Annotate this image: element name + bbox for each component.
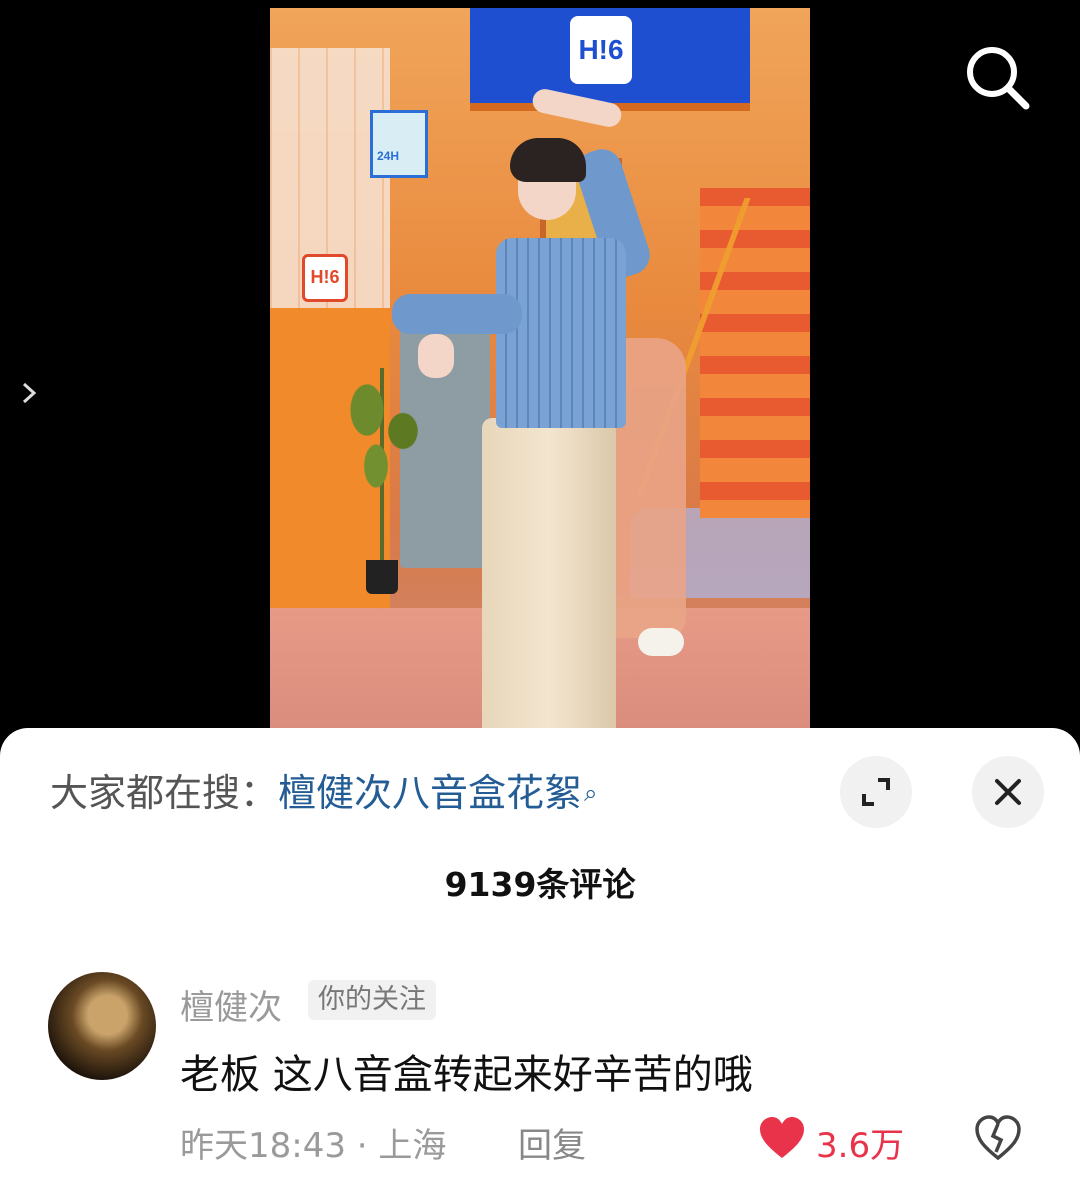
light-cube: 24H	[370, 110, 428, 178]
like-button[interactable]: 3.6万	[758, 1116, 904, 1166]
comment-meta: 昨天18:43 · 上海	[180, 1118, 446, 1167]
heart-icon	[760, 1117, 804, 1158]
comment-item: 檀健次 你的关注 老板 这八音盒转起来好辛苦的哦 昨天18:43 · 上海 回复…	[48, 972, 1048, 1172]
person-hand-left	[418, 334, 454, 378]
comment-count: 9139条评论	[444, 865, 636, 904]
background-person-shoe	[638, 628, 684, 656]
set-banner: H!6	[470, 8, 750, 111]
like-count: 3.6万	[816, 1126, 905, 1166]
comments-sheet: 大家都在搜：檀健次八音盒花絮⌕ 9139条评论 檀健次 你的关注 老板 这八音盒…	[0, 728, 1080, 1186]
small-search-icon: ⌕	[584, 779, 598, 807]
wall-sign: H!6	[302, 254, 348, 302]
video-frame: H!6 24H H!6	[270, 8, 810, 738]
search-icon[interactable]	[962, 42, 1034, 114]
show-logo: H!6	[570, 16, 632, 84]
comment-location: 上海	[378, 1126, 447, 1166]
expand-icon	[862, 778, 890, 806]
avatar[interactable]	[48, 972, 156, 1080]
suggestion-term-link[interactable]: 檀健次八音盒花絮	[278, 771, 582, 815]
expand-button[interactable]	[840, 756, 912, 828]
following-badge: 你的关注	[308, 980, 436, 1020]
reply-button[interactable]: 回复	[518, 1118, 586, 1167]
cube-label: 24H	[377, 149, 400, 163]
person-arm-left	[392, 294, 522, 334]
search-suggestion[interactable]: 大家都在搜：檀健次八音盒花絮⌕	[50, 768, 597, 818]
comment-username[interactable]: 檀健次	[180, 980, 282, 1029]
close-button[interactable]	[972, 756, 1044, 828]
comment-time: 昨天18:43	[180, 1126, 346, 1166]
broken-heart-icon[interactable]	[974, 1114, 1022, 1162]
chevron-right-icon[interactable]	[14, 378, 44, 408]
video-player[interactable]: H!6 24H H!6	[0, 0, 1080, 740]
plant-leaves	[340, 368, 430, 508]
person-shirt	[496, 238, 626, 428]
comment-text: 老板 这八音盒转起来好辛苦的哦	[180, 1052, 753, 1098]
close-icon	[995, 779, 1021, 805]
person-pants	[482, 418, 616, 738]
meta-separator: ·	[345, 1126, 379, 1166]
person-hair	[510, 138, 586, 182]
plant-pot	[366, 560, 398, 594]
suggestion-prefix: 大家都在搜：	[50, 771, 279, 815]
